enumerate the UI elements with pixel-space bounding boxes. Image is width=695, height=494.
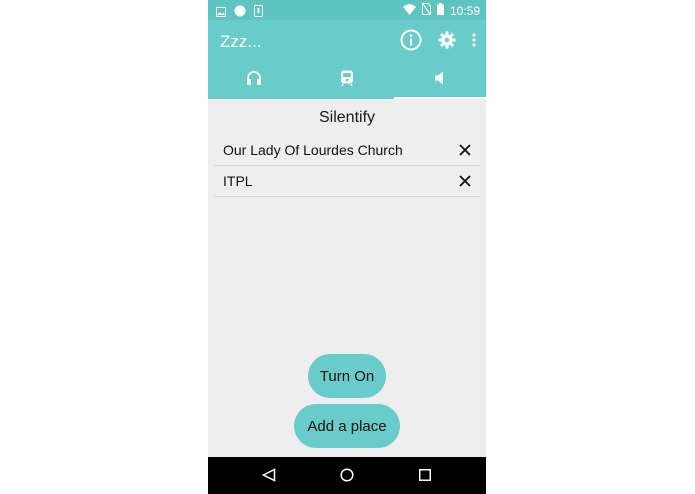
wifi-icon	[402, 3, 416, 18]
place-list: Our Lady Of Lourdes Church ITPL	[214, 135, 480, 197]
turn-on-button[interactable]: Turn On	[308, 354, 386, 398]
section-title: Silentify	[318, 109, 376, 126]
phone-screen: 10:59 Zzz... Silentify Our Lady Of Lourd…	[208, 0, 486, 494]
app-bar: Zzz...	[208, 20, 486, 62]
gear-icon[interactable]	[438, 31, 456, 54]
place-name: Our Lady Of Lourdes Church	[223, 142, 403, 158]
status-bar: 10:59	[208, 0, 486, 20]
close-icon[interactable]	[458, 174, 472, 188]
close-icon[interactable]	[458, 143, 472, 157]
recents-icon[interactable]	[417, 467, 433, 483]
volume-icon	[434, 71, 446, 90]
app-title: Zzz...	[220, 32, 262, 51]
no-sim-icon	[421, 3, 431, 18]
info-icon[interactable]	[400, 29, 422, 56]
train-icon	[340, 70, 354, 91]
main-content: Silentify Our Lady Of Lourdes Church ITP…	[208, 99, 486, 457]
status-time: 10:59	[449, 3, 480, 18]
headphones-icon	[246, 70, 262, 91]
app-actions	[400, 29, 476, 56]
navigation-bar	[208, 457, 486, 494]
status-system: 10:59	[402, 3, 480, 18]
tab-bar	[208, 62, 486, 99]
add-place-button[interactable]: Add a place	[294, 404, 400, 448]
list-item[interactable]: Our Lady Of Lourdes Church	[214, 135, 480, 166]
more-vert-icon[interactable]	[472, 33, 476, 52]
tab-headphones[interactable]	[208, 62, 301, 99]
home-icon[interactable]	[339, 467, 355, 483]
tab-train[interactable]	[301, 62, 394, 99]
tab-volume[interactable]	[393, 62, 486, 99]
list-item[interactable]: ITPL	[214, 166, 480, 197]
back-icon[interactable]	[261, 467, 277, 483]
battery-icon	[436, 3, 444, 18]
place-name: ITPL	[223, 173, 253, 189]
